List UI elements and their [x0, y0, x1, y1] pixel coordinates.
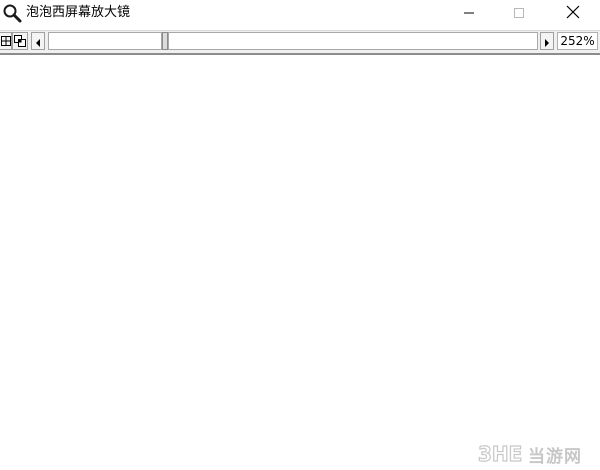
arrow-right-icon — [544, 32, 550, 51]
magnifier-icon — [2, 3, 22, 23]
link-windows-icon — [14, 32, 26, 51]
title-bar[interactable]: 泡泡西屏幕放大镜 — [0, 0, 600, 26]
grid-toggle-button[interactable] — [0, 32, 12, 50]
watermark-text: 当游网 — [528, 447, 582, 467]
arrow-left-icon — [35, 32, 41, 51]
minimize-button[interactable] — [446, 0, 492, 26]
magnified-view[interactable] — [0, 55, 600, 469]
zoom-slider-track-right[interactable] — [168, 32, 538, 50]
zoom-level-display: 252% — [557, 32, 598, 50]
maximize-icon — [513, 4, 525, 23]
maximize-button[interactable] — [496, 0, 542, 26]
close-button[interactable] — [550, 0, 596, 26]
link-windows-button[interactable] — [12, 32, 28, 50]
zoom-slider-track-left[interactable] — [48, 32, 162, 50]
svg-text:3HE: 3HE — [478, 442, 522, 466]
minimize-icon — [463, 4, 475, 23]
scroll-left-button[interactable] — [31, 32, 45, 50]
scroll-right-button[interactable] — [540, 32, 554, 50]
watermark: 3HE 当游网 — [477, 440, 596, 467]
grid-icon — [0, 32, 11, 51]
close-icon — [566, 4, 580, 23]
window-title: 泡泡西屏幕放大镜 — [26, 5, 131, 20]
toolbar: 252% — [0, 30, 600, 55]
watermark-logo: 3HE — [477, 440, 524, 470]
